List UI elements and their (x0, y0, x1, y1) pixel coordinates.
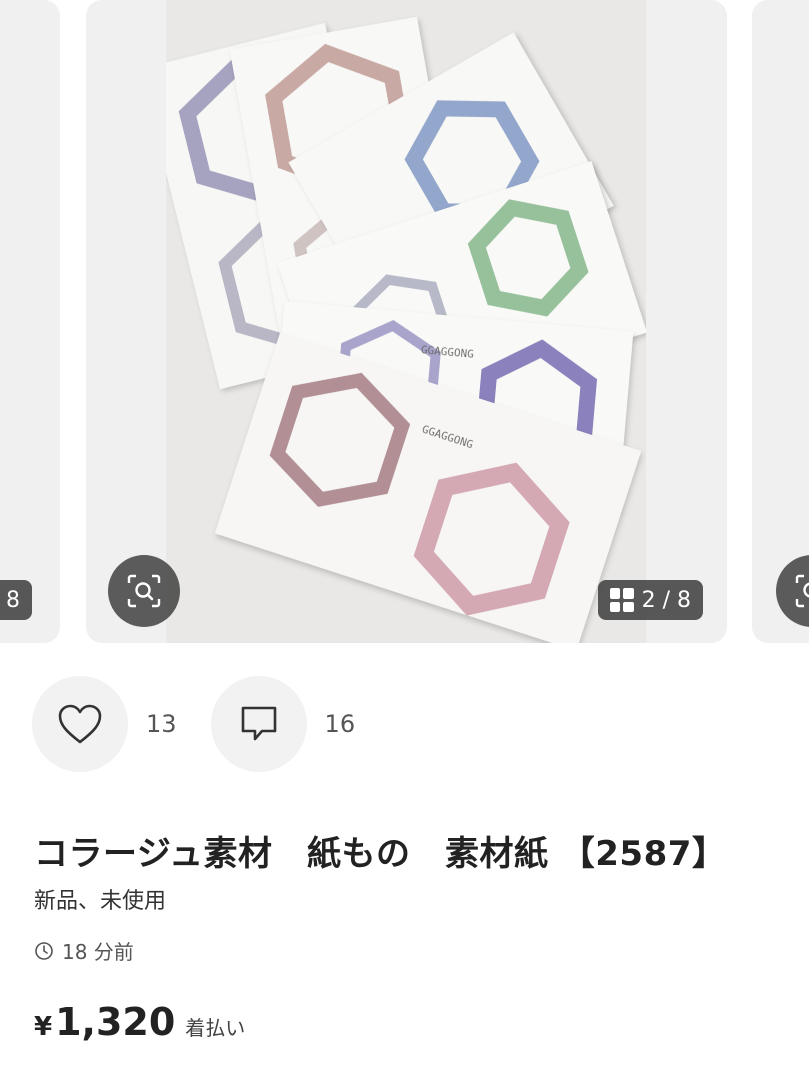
zoom-button[interactable] (108, 555, 180, 627)
image-counter-prev-label: / 8 (0, 587, 20, 613)
comment-button[interactable] (210, 676, 307, 772)
zoom-button-next[interactable] (776, 555, 809, 627)
heart-icon (58, 704, 102, 744)
currency-symbol: ¥ (34, 1012, 53, 1042)
carousel-next-card[interactable] (752, 0, 809, 643)
item-title: コラージュ素材 紙もの 素材紙 【2587】 (34, 834, 727, 874)
carousel-main-card[interactable]: GGAGGONG GGAGGONG 2 / 8 (86, 0, 727, 643)
like-button[interactable] (32, 676, 128, 772)
comment-icon (241, 706, 276, 741)
like-count: 13 (146, 710, 177, 738)
price-amount: 1,320 (55, 1000, 176, 1044)
clock-icon (35, 941, 53, 960)
posted-time-label: 18 分前 (62, 940, 134, 964)
price-row: ¥ 1,320 着払い (34, 1000, 245, 1044)
posted-time: 18 分前 (34, 936, 134, 965)
product-photo[interactable]: GGAGGONG GGAGGONG (166, 0, 646, 643)
grid-icon (609, 588, 634, 612)
image-carousel[interactable]: / 8 (0, 0, 809, 645)
shipping-label: 着払い (185, 1016, 246, 1040)
item-condition: 新品、未使用 (34, 889, 167, 914)
zoom-search-icon (127, 574, 161, 608)
image-counter-label: 2 / 8 (641, 587, 691, 613)
product-photo-image: GGAGGONG GGAGGONG (166, 0, 646, 643)
carousel-prev-card[interactable]: / 8 (0, 0, 60, 643)
image-counter[interactable]: 2 / 8 (597, 580, 703, 620)
comment-count: 16 (324, 710, 356, 738)
action-bar: 13 16 (32, 676, 389, 772)
zoom-search-icon (795, 574, 809, 608)
image-counter-prev: / 8 (0, 580, 32, 620)
